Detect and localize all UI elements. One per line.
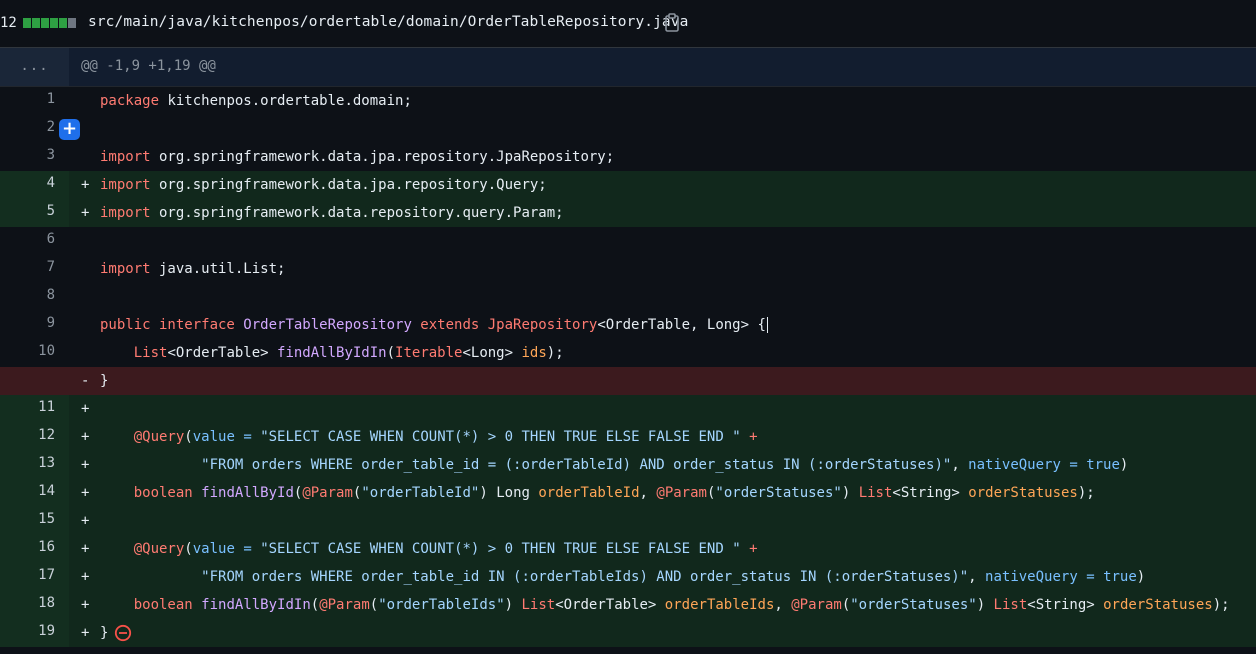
diff-line: 18 + boolean findAllByIdIn(@Param("orderT… — [0, 591, 1256, 619]
diff-line: -} — [0, 367, 1256, 395]
diff-sign: + — [81, 625, 90, 641]
line-number[interactable]: 10 — [0, 339, 69, 367]
diffstat-square — [32, 18, 40, 28]
diff-line: 1 package kitchenpos.ordertable.domain; — [0, 87, 1256, 115]
line-number[interactable]: 16 — [0, 535, 69, 563]
diff-line: 11 + — [0, 395, 1256, 423]
diff-line: 13 + "FROM orders WHERE order_table_id = … — [0, 451, 1256, 479]
diff-line: 19 +} — [0, 619, 1256, 647]
diff-sign: + — [81, 401, 90, 417]
diff-line: 15 + — [0, 507, 1256, 535]
diff-line: 9 public interface OrderTableRepository e… — [0, 311, 1256, 339]
change-count: 12 — [0, 15, 17, 31]
diff-sign: + — [81, 457, 90, 473]
file-path[interactable]: src/main/java/kitchenpos/ordertable/doma… — [88, 14, 688, 30]
diff-line: 10 List<OrderTable> findAllByIdIn(Iterab… — [0, 339, 1256, 367]
diff-line: 8 — [0, 283, 1256, 311]
diff-line: 17 + "FROM orders WHERE order_table_id IN… — [0, 563, 1256, 591]
line-number[interactable]: 1 — [0, 87, 69, 115]
diff-sign: + — [81, 513, 90, 529]
diff-line: 16 + @Query(value = "SELECT CASE WHEN COU… — [0, 535, 1256, 563]
code-content: } — [100, 373, 109, 389]
add-comment-plus-icon[interactable]: + — [59, 119, 80, 140]
diff-line: 12 + @Query(value = "SELECT CASE WHEN COU… — [0, 423, 1256, 451]
line-number[interactable]: 19 — [0, 619, 69, 647]
diffstat-square — [23, 18, 31, 28]
line-number[interactable]: 5 — [0, 199, 69, 227]
diff-sign: + — [81, 485, 90, 501]
code-content: } — [100, 619, 132, 647]
diff-line: 3 import org.springframework.data.jpa.rep… — [0, 143, 1256, 171]
line-number[interactable]: 12 — [0, 423, 69, 451]
text-cursor — [766, 317, 768, 333]
clipboard-icon[interactable] — [663, 13, 681, 33]
code-content: boolean findAllById(@Param("orderTableId… — [133, 485, 1095, 501]
remove-circle-icon[interactable] — [114, 624, 132, 642]
line-number[interactable]: 6 — [0, 227, 69, 255]
code-content: List<OrderTable> findAllByIdIn(Iterable<… — [133, 345, 564, 361]
line-number[interactable]: 3 — [0, 143, 69, 171]
expand-lines-button[interactable]: ... — [0, 48, 69, 86]
diff-lines: 1 package kitchenpos.ordertable.domain; 2 +… — [0, 87, 1256, 647]
line-number[interactable]: 13 — [0, 451, 69, 479]
code-content: "FROM orders WHERE order_table_id = (:or… — [201, 457, 1129, 473]
diff-line: 4 + import org.springframework.data.jpa.re… — [0, 171, 1256, 199]
code-content: boolean findAllByIdIn(@Param("orderTable… — [133, 597, 1230, 613]
diffstat — [23, 18, 76, 28]
code-content: import org.springframework.data.jpa.repo… — [100, 149, 615, 165]
line-number[interactable]: 4 — [0, 171, 69, 199]
line-number[interactable]: 14 — [0, 479, 69, 507]
diff-line: 2 + — [0, 115, 1256, 143]
hunk-header: ... @@ -1,9 +1,19 @@ — [0, 48, 1256, 87]
line-number[interactable]: 8 — [0, 283, 69, 311]
diff-line: 6 — [0, 227, 1256, 255]
line-number[interactable]: 17 — [0, 563, 69, 591]
code-content: @Query(value = "SELECT CASE WHEN COUNT(*… — [133, 429, 758, 445]
diffstat-square — [50, 18, 58, 28]
code-content: import java.util.List; — [100, 261, 286, 277]
diffstat-square — [41, 18, 49, 28]
diff-line: 5 + import org.springframework.data.reposi… — [0, 199, 1256, 227]
code-content: import org.springframework.data.jpa.repo… — [100, 177, 547, 193]
file-header: 12 src/main/java/kitchenpos/ordertable/d… — [0, 0, 1256, 48]
line-number[interactable]: 15 — [0, 507, 69, 535]
diff-sign: + — [81, 569, 90, 585]
code-content: public interface OrderTableRepository ex… — [100, 317, 768, 333]
code-content: @Query(value = "SELECT CASE WHEN COUNT(*… — [133, 541, 758, 557]
diff-sign: + — [81, 541, 90, 557]
code-content: "FROM orders WHERE order_table_id IN (:o… — [201, 569, 1146, 585]
code-content: package kitchenpos.ordertable.domain; — [100, 93, 412, 109]
diffstat-square — [68, 18, 76, 28]
diff-sign: + — [81, 205, 90, 221]
line-number[interactable]: 11 — [0, 395, 69, 423]
diff-sign: - — [81, 373, 90, 389]
diffstat-square — [59, 18, 67, 28]
line-number[interactable] — [0, 367, 69, 395]
diff-sign: + — [81, 429, 90, 445]
hunk-range: @@ -1,9 +1,19 @@ — [81, 58, 216, 74]
diff-line: 14 + boolean findAllById(@Param("orderTab… — [0, 479, 1256, 507]
line-number[interactable]: 18 — [0, 591, 69, 619]
line-number[interactable]: 7 — [0, 255, 69, 283]
line-number[interactable]: 9 — [0, 311, 69, 339]
diff-line: 7 import java.util.List; — [0, 255, 1256, 283]
diff-sign: + — [81, 597, 90, 613]
diff-sign: + — [81, 177, 90, 193]
code-content: import org.springframework.data.reposito… — [100, 205, 564, 221]
